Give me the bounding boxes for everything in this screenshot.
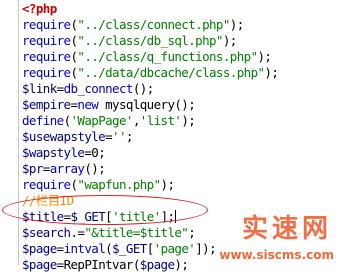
code-token: 'page' [153, 241, 196, 256]
code-token: ; [188, 225, 196, 240]
code-line: $page=intval($_GET['page']); [22, 241, 217, 257]
code-token: = [105, 129, 113, 144]
code-line: define('WapPage','list'); [22, 113, 196, 129]
code-token: new [77, 97, 99, 112]
code-token: ( [63, 113, 72, 128]
code-token: $empire [22, 97, 71, 112]
code-token: "&title=$title" [84, 225, 189, 240]
code-token: ]); [195, 241, 216, 256]
code-line: <?php [22, 1, 57, 17]
code-token: ); [181, 113, 196, 128]
code-token: <?php [22, 1, 57, 16]
code-token: ); [222, 33, 237, 48]
code-token: require [22, 33, 71, 48]
code-line: require("../class/q_functions.php"); [22, 49, 272, 65]
code-token: = [63, 209, 72, 224]
code-token: 'title' [112, 209, 161, 224]
code-token: ]; [160, 209, 175, 224]
text-cursor [175, 210, 177, 223]
code-line: $wapstyle=0; [22, 145, 106, 161]
code-line: require("../data/dbcache/class.php"); [22, 65, 279, 81]
code-line: $empire=new mysqlquery(); [22, 97, 196, 113]
code-token: "../data/dbcache/class.php" [77, 65, 265, 80]
watermark-title: 实速网 [241, 214, 332, 244]
code-token: .= [70, 225, 85, 240]
code-token: $pr [22, 161, 43, 176]
code-token: 'list' [139, 113, 182, 128]
code-token: ); [264, 65, 279, 80]
code-line: $link=db_connect(); [22, 81, 154, 97]
code-token: mysqlquery(); [98, 97, 196, 112]
code-token: require [22, 65, 71, 80]
code-line: $page=RepPIntvar($page); [22, 257, 189, 273]
code-token: "../class/q_functions.php" [77, 49, 258, 64]
code-line: require("../class/connect.php"); [22, 17, 244, 33]
code-token: "wapfun.php" [77, 177, 161, 192]
code-token: $usewapstyle [22, 129, 106, 144]
code-token: $title [22, 209, 64, 224]
code-token: , [132, 113, 141, 128]
code-line: $title=$_GET['title']; [22, 209, 177, 225]
code-token: '' [112, 129, 126, 144]
code-token: ); [160, 177, 175, 192]
watermark-url: www.siscms.com [219, 248, 334, 262]
code-token: = [42, 161, 51, 176]
code-token: array [49, 161, 85, 176]
code-token: "../class/db_sql.php" [77, 33, 223, 48]
code-line: //栏目ID [22, 193, 74, 209]
code-line: $usewapstyle=''; [22, 129, 133, 145]
code-token: db_connect [63, 81, 134, 96]
editor-gutter [0, 0, 19, 265]
code-token: ; [125, 129, 134, 144]
code-token: "../class/connect.php" [77, 17, 230, 32]
code-token: = [56, 81, 65, 96]
code-line: $search.="&title=$title"; [22, 225, 196, 241]
code-token: (); [84, 161, 106, 176]
code-token: intval [63, 241, 106, 256]
code-token: = [56, 241, 65, 256]
code-token: ); [257, 49, 272, 64]
code-token: ); [229, 17, 244, 32]
code-token: $wapstyle [22, 145, 85, 160]
code-token: [ [146, 241, 155, 256]
code-line: $pr=array(); [22, 161, 106, 177]
code-token: require [22, 49, 71, 64]
code-line: require("../class/db_sql.php"); [22, 33, 237, 49]
code-token: $_GET [70, 209, 106, 224]
code-token: (); [132, 81, 154, 96]
code-token: require [22, 177, 71, 192]
code-token: $link [22, 81, 57, 96]
code-token: $page [22, 241, 57, 256]
code-token: require [22, 17, 71, 32]
code-token: 'WapPage' [70, 113, 134, 128]
code-token: //栏目ID [22, 193, 74, 208]
code-token: =0; [84, 145, 106, 160]
code-line: require("wapfun.php"); [22, 177, 175, 193]
code-token: $_GET [112, 241, 147, 256]
code-token: define [22, 113, 64, 128]
code-token: $search [22, 225, 71, 240]
